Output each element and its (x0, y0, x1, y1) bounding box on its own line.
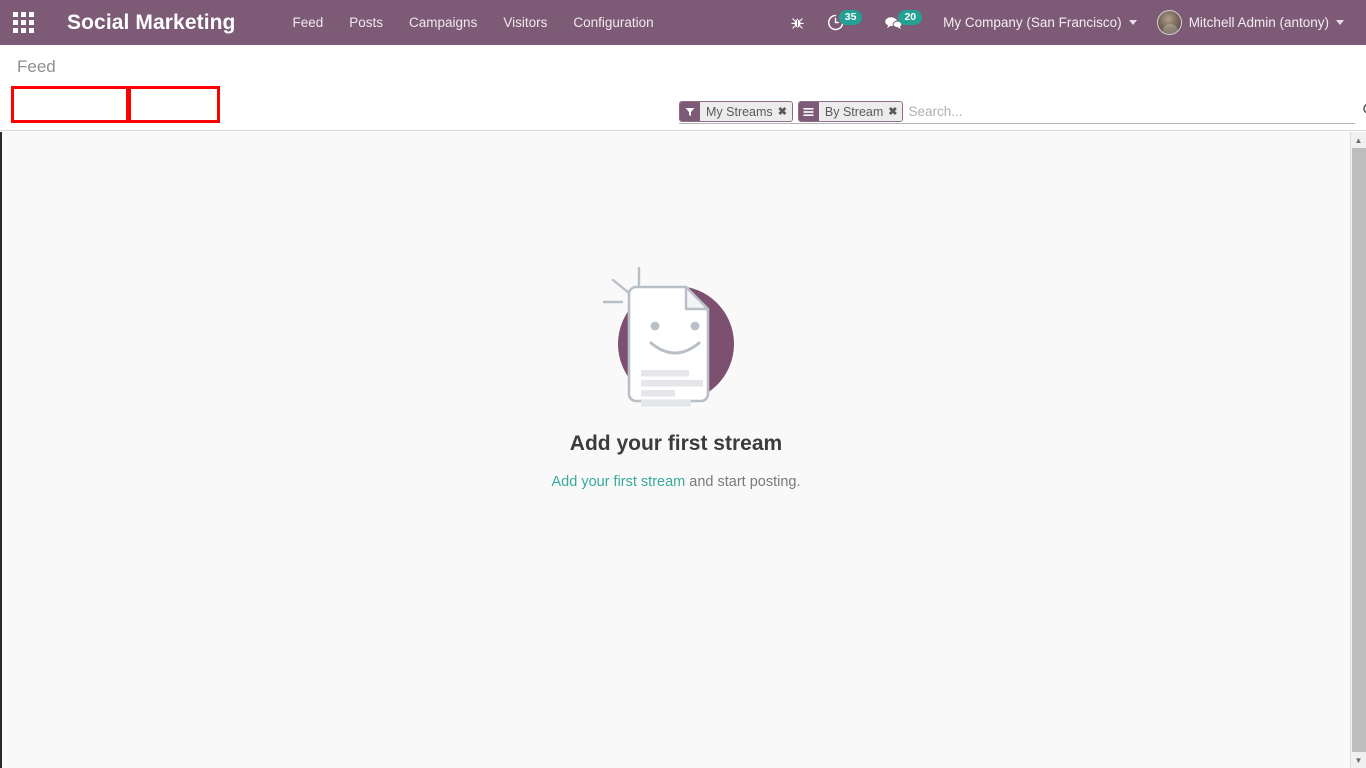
scroll-up-arrow-icon[interactable]: ▲ (1351, 132, 1366, 148)
add-first-stream-link[interactable]: Add your first stream (551, 474, 685, 490)
filter-funnel-icon (680, 102, 700, 121)
company-switcher[interactable]: My Company (San Francisco) (933, 0, 1147, 45)
bug-icon (791, 18, 804, 29)
highlight-new-post (128, 86, 220, 123)
search-box[interactable]: My Streams ✖ By Stream ✖ (679, 100, 1355, 124)
apps-grid-icon (12, 12, 34, 33)
user-menu[interactable]: Mitchell Admin (antony) (1147, 0, 1354, 45)
search-facet-by-stream[interactable]: By Stream ✖ (797, 101, 904, 122)
menu-item-visitors[interactable]: Visitors (490, 0, 560, 45)
search-input[interactable] (908, 100, 1355, 123)
user-name: Mitchell Admin (antony) (1188, 15, 1329, 30)
close-icon[interactable]: ✖ (778, 105, 787, 118)
menu-item-feed[interactable]: Feed (279, 0, 336, 45)
app-brand-title[interactable]: Social Marketing (67, 11, 235, 35)
group-by-lines-icon (798, 102, 819, 121)
main-menu: Feed Posts Campaigns Visitors Configurat… (279, 0, 666, 45)
vertical-scrollbar[interactable]: ▲ ▼ (1350, 132, 1366, 768)
search-area: My Streams ✖ By Stream ✖ (679, 100, 1366, 124)
debug-bug-button[interactable] (779, 0, 816, 45)
main-content-area: Add your first stream Add your first str… (2, 132, 1350, 768)
top-navbar: Social Marketing Feed Posts Campaigns Vi… (0, 0, 1366, 45)
facet-label-by-stream: By Stream ✖ (818, 102, 903, 121)
activity-menu-button[interactable]: 35 (816, 0, 874, 45)
apps-menu-button[interactable] (0, 0, 46, 45)
smiley-document-icon (591, 260, 761, 420)
empty-state-rest-text: and start posting. (685, 474, 801, 490)
scroll-down-arrow-icon[interactable]: ▼ (1351, 752, 1366, 768)
facet-text: By Stream (824, 104, 884, 119)
messages-count-badge: 20 (898, 9, 923, 25)
avatar (1156, 10, 1182, 35)
company-name: My Company (San Francisco) (943, 15, 1122, 30)
close-icon[interactable]: ✖ (888, 105, 897, 118)
menu-item-configuration[interactable]: Configuration (560, 0, 666, 45)
chevron-down-icon (1128, 20, 1137, 25)
facet-label-my-streams: My Streams ✖ (700, 102, 792, 121)
scrollbar-thumb[interactable] (1352, 148, 1366, 752)
facet-text: My Streams (706, 104, 773, 119)
messages-menu-button[interactable]: 20 (873, 0, 933, 45)
search-facet-my-streams[interactable]: My Streams ✖ (679, 101, 793, 122)
chevron-down-icon (1336, 20, 1344, 25)
activity-count-badge: 35 (838, 9, 863, 25)
empty-state: Add your first stream Add your first str… (2, 260, 1350, 490)
empty-state-title: Add your first stream (569, 432, 783, 455)
search-icon[interactable] (1362, 102, 1366, 122)
odoo-social-marketing-app: Social Marketing Feed Posts Campaigns Vi… (0, 0, 1366, 768)
breadcrumb: Feed (17, 57, 56, 76)
menu-item-campaigns[interactable]: Campaigns (396, 0, 490, 45)
highlight-add-a-stream (11, 86, 129, 123)
menu-item-posts[interactable]: Posts (336, 0, 396, 45)
control-panel: Feed ADD A STREAM NEW POST SYNCHRONIZE M… (0, 45, 1366, 165)
navbar-right-group: 35 20 My Company (San Francisco) Mitchel… (779, 0, 1366, 45)
empty-state-subtitle: Add your first stream and start posting. (551, 474, 800, 490)
